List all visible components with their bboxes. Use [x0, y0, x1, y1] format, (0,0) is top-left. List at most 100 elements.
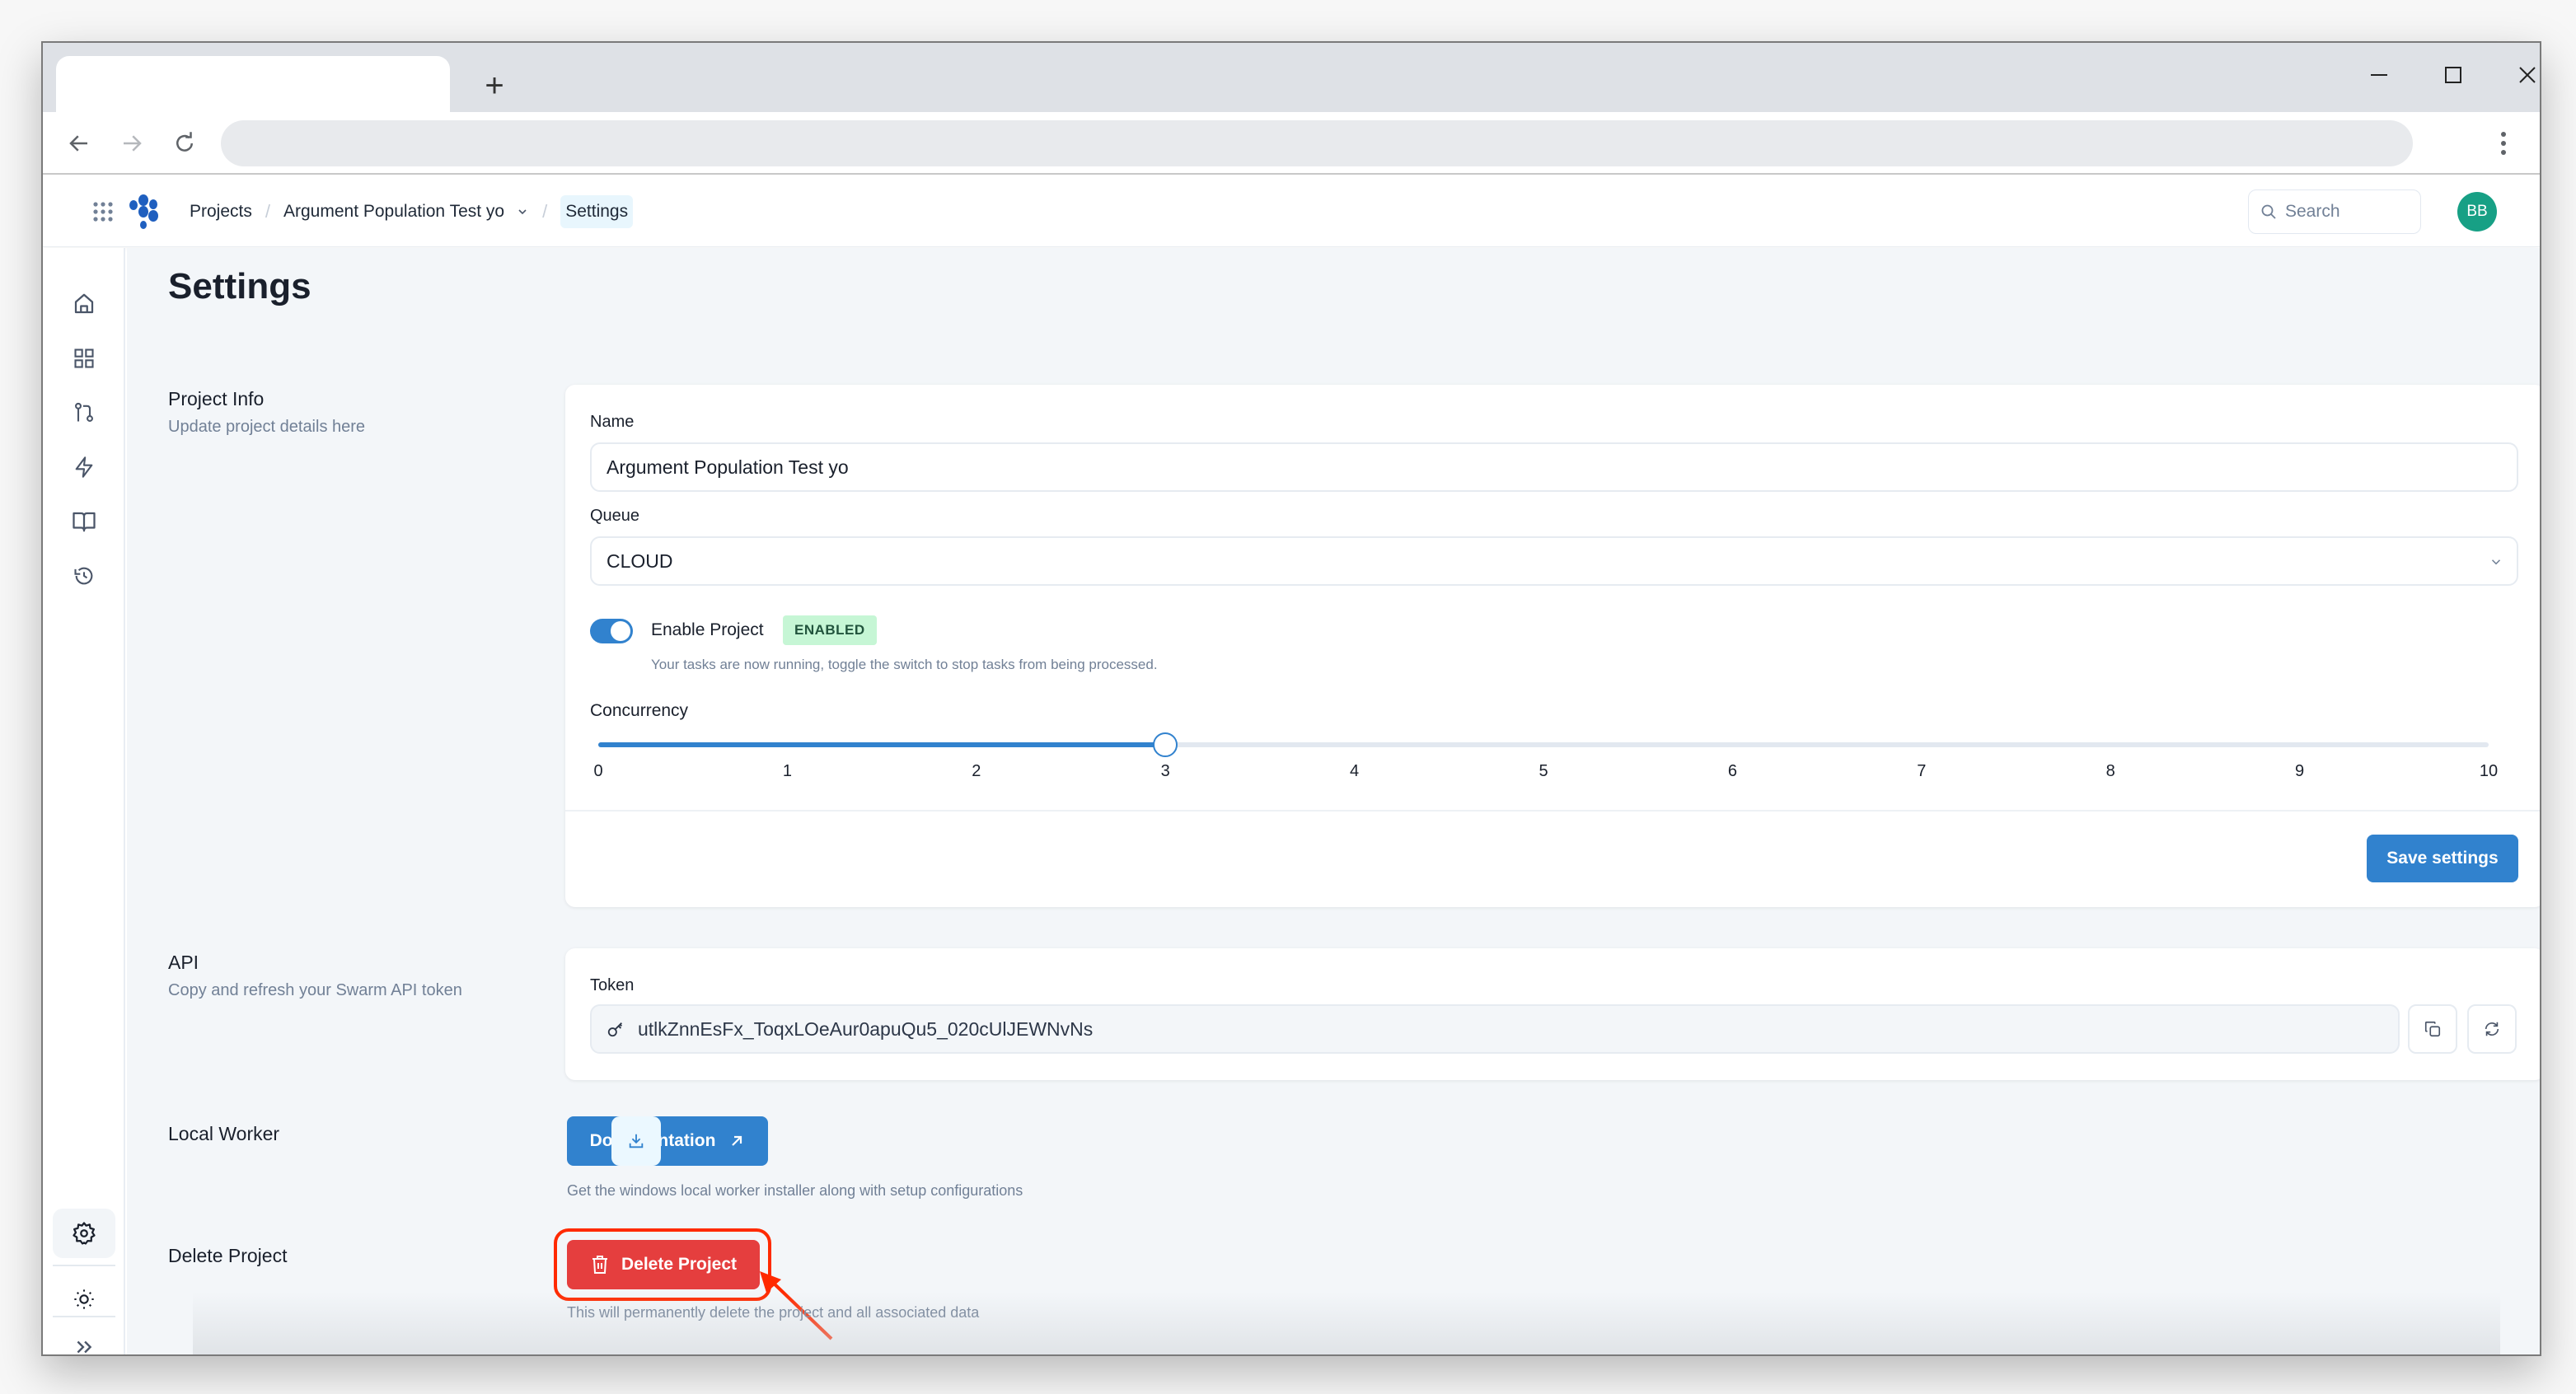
api-token-input[interactable]: utlkZnnEsFx_ToqxLOeAur0apuQu5_020cUlJEWN…	[590, 1004, 2400, 1054]
slider-tick-label: 8	[2105, 762, 2115, 780]
more-vertical-icon	[2501, 132, 2506, 155]
documentation-button[interactable]: Documentation	[567, 1116, 768, 1166]
chevron-down-icon[interactable]	[516, 205, 529, 218]
dashboard-grid-icon	[74, 348, 94, 368]
toggle-knob	[611, 621, 630, 641]
section-title-local-worker: Local Worker	[168, 1123, 280, 1144]
slider-tick-label: 2	[972, 762, 981, 780]
slider-tick-label: 9	[2295, 762, 2305, 780]
project-name-input[interactable]: Argument Population Test yo	[590, 442, 2518, 492]
breadcrumb-project[interactable]: Argument Population Test yo	[283, 202, 504, 222]
slider-thumb[interactable]	[1153, 732, 1178, 757]
download-worker-button[interactable]	[611, 1116, 661, 1166]
download-icon	[629, 1134, 644, 1148]
sidebar-item-settings[interactable]	[53, 1209, 115, 1258]
queue-value: CLOUD	[607, 550, 673, 572]
save-settings-button[interactable]: Save settings	[2367, 835, 2518, 882]
external-link-arrow-icon	[732, 1135, 742, 1146]
sidebar-divider	[53, 1265, 115, 1266]
queue-select[interactable]: CLOUD	[590, 536, 2518, 586]
close-window-button[interactable]	[2490, 54, 2540, 96]
close-icon	[2519, 67, 2536, 83]
browser-menu-button[interactable]	[2484, 124, 2523, 163]
section-desc-api: Copy and refresh your Swarm API token	[168, 981, 462, 999]
expand-chevrons-icon	[77, 1340, 92, 1354]
reload-icon	[176, 132, 193, 152]
save-settings-label: Save settings	[2386, 849, 2499, 868]
enable-project-label: Enable Project	[651, 620, 764, 639]
slider-tick-label: 7	[1917, 762, 1927, 780]
sidebar	[43, 248, 125, 1354]
card-divider	[565, 810, 2540, 812]
slider-tick-label: 4	[1350, 762, 1360, 780]
breadcrumb-projects[interactable]: Projects	[190, 202, 252, 222]
api-token-value: utlkZnnEsFx_ToqxLOeAur0apuQu5_020cUlJEWN…	[638, 1017, 1094, 1040]
home-icon	[74, 293, 94, 314]
sun-icon	[74, 1289, 94, 1309]
minimize-button[interactable]	[2342, 54, 2416, 96]
search-input[interactable]: Search	[2248, 189, 2421, 234]
project-info-card: Name Argument Population Test yo Queue C…	[565, 385, 2540, 907]
token-label: Token	[590, 976, 635, 994]
grid-dots-icon	[93, 202, 113, 222]
slider-tick-label: 10	[2479, 762, 2499, 780]
refresh-icon	[2485, 1022, 2499, 1036]
forward-button[interactable]	[112, 124, 152, 163]
breadcrumb-settings[interactable]: Settings	[560, 195, 634, 228]
key-icon	[607, 1022, 622, 1037]
avatar[interactable]: BB	[2457, 192, 2497, 232]
page-title: Settings	[168, 266, 311, 306]
sidebar-item-home[interactable]	[53, 279, 115, 329]
copy-token-button[interactable]	[2408, 1004, 2457, 1054]
refresh-token-button[interactable]	[2467, 1004, 2517, 1054]
concurrency-label: Concurrency	[590, 701, 689, 720]
browser-tab[interactable]	[56, 56, 450, 112]
concurrency-slider[interactable]	[598, 732, 2489, 757]
browser-window: + Projects / Argument Population Test yo…	[41, 41, 2541, 1356]
maximize-button[interactable]	[2416, 54, 2490, 96]
minimize-icon	[2371, 74, 2387, 76]
back-icon	[69, 135, 87, 152]
slider-tick-label: 6	[1727, 762, 1737, 780]
breadcrumb: Projects / Argument Population Test yo /…	[92, 176, 634, 247]
app-header: Projects / Argument Population Test yo /…	[43, 176, 2540, 247]
breadcrumb-separator: /	[265, 201, 270, 222]
address-bar[interactable]	[221, 120, 2413, 166]
section-title-api: API	[168, 952, 199, 973]
enable-project-hint: Your tasks are now running, toggle the s…	[651, 657, 1158, 672]
copy-icon	[2424, 1021, 2441, 1037]
slider-tick-label: 3	[1160, 762, 1170, 780]
reload-button[interactable]	[165, 124, 204, 163]
sidebar-item-history[interactable]	[53, 551, 115, 601]
annotation-highlight-ring	[554, 1228, 771, 1301]
section-title-delete-project: Delete Project	[168, 1245, 288, 1266]
expand-sidebar-button[interactable]	[53, 1322, 115, 1354]
sidebar-divider	[53, 1316, 115, 1317]
tab-strip: +	[43, 43, 2540, 112]
chevron-down-icon	[2491, 559, 2501, 565]
new-tab-button[interactable]: +	[471, 63, 518, 109]
section-desc-project-info: Update project details here	[168, 418, 366, 436]
sidebar-item-dashboard[interactable]	[53, 334, 115, 383]
section-title-project-info: Project Info	[168, 388, 265, 409]
maximize-icon	[2445, 67, 2461, 83]
name-label: Name	[590, 413, 635, 431]
breadcrumb-separator: /	[542, 201, 548, 222]
api-card: Token utlkZnnEsFx_ToqxLOeAur0apuQu5_020c…	[565, 948, 2540, 1080]
project-name-value: Argument Population Test yo	[607, 456, 849, 478]
sidebar-item-triggers[interactable]	[53, 442, 115, 492]
forward-icon	[124, 135, 142, 152]
local-worker-hint: Get the windows local worker installer a…	[567, 1182, 1023, 1199]
settings-page: Settings Project Info Update project det…	[127, 248, 2540, 1354]
sidebar-item-docs[interactable]	[53, 497, 115, 546]
scroll-shadow	[193, 1292, 2500, 1354]
browser-toolbar	[43, 112, 2540, 175]
logo[interactable]	[129, 194, 165, 230]
enable-project-toggle[interactable]	[590, 619, 633, 643]
status-badge: ENABLED	[783, 615, 877, 645]
slider-fill	[598, 742, 1166, 747]
back-button[interactable]	[59, 124, 99, 163]
slider-tick-label: 1	[782, 762, 792, 780]
sidebar-item-pipelines[interactable]	[53, 388, 115, 437]
apps-button[interactable]	[92, 201, 114, 222]
